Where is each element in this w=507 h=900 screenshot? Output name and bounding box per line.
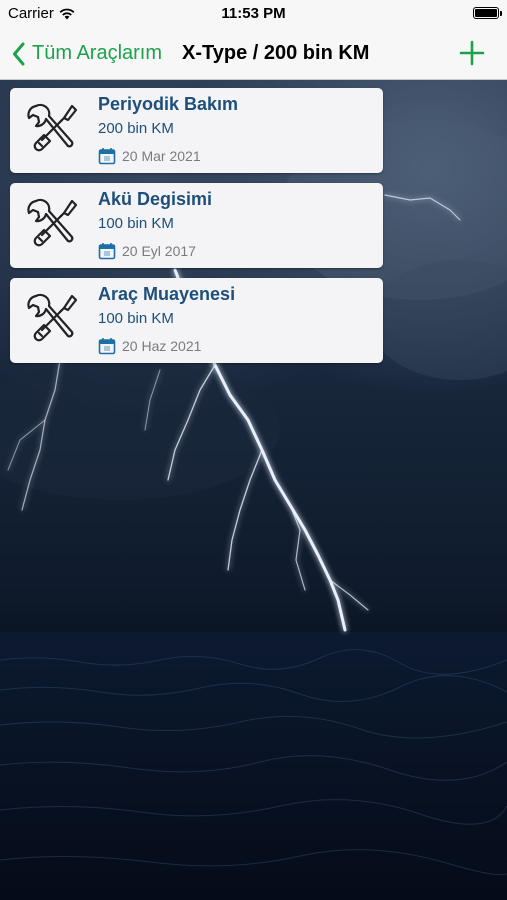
item-title: Periyodik Bakım <box>98 94 239 114</box>
item-mileage: 200 bin KM <box>98 120 174 137</box>
list-item[interactable]: Araç Muayenesi 100 bin KM 20 Haz 2021 <box>10 278 383 363</box>
back-button-label: Tüm Araçlarım <box>32 42 163 64</box>
item-mileage: 100 bin KM <box>98 215 174 232</box>
list-item[interactable]: Periyodik Bakım 200 bin KM 20 Mar 2021 <box>10 88 383 173</box>
battery-icon <box>473 7 502 19</box>
wrench-screwdriver-icon <box>27 293 78 342</box>
calendar-icon <box>98 338 116 355</box>
page-title: X-Type / 200 bin KM <box>182 42 370 64</box>
item-title: Araç Muayenesi <box>98 284 236 304</box>
item-date-row: 20 Eyl 2017 <box>98 242 196 260</box>
item-date-row: 20 Haz 2021 <box>98 337 201 355</box>
calendar-icon <box>98 243 116 260</box>
item-date: 20 Mar 2021 <box>122 148 201 164</box>
calendar-icon <box>98 148 116 165</box>
item-mileage: 100 bin KM <box>98 310 174 327</box>
item-title: Akü Degisimi <box>98 189 213 209</box>
item-date: 20 Eyl 2017 <box>122 243 196 259</box>
list-item[interactable]: Akü Degisimi 100 bin KM 20 Eyl 2017 <box>10 183 383 268</box>
wrench-screwdriver-icon <box>27 198 78 247</box>
maintenance-list: Periyodik Bakım 200 bin KM 20 Mar 2021 A… <box>10 88 383 373</box>
wrench-screwdriver-icon <box>27 103 78 152</box>
chevron-left-icon <box>13 42 25 65</box>
add-button[interactable] <box>459 40 485 66</box>
status-time: 11:53 PM <box>221 5 286 22</box>
item-date-row: 20 Mar 2021 <box>98 147 201 165</box>
item-date: 20 Haz 2021 <box>122 338 202 354</box>
navigation-bar: Tüm Araçlarım X-Type / 200 bin KM <box>0 28 507 80</box>
back-button[interactable]: Tüm Araçlarım <box>12 28 162 79</box>
status-bar: Carrier 11:53 PM <box>0 0 507 28</box>
plus-icon <box>459 40 485 66</box>
